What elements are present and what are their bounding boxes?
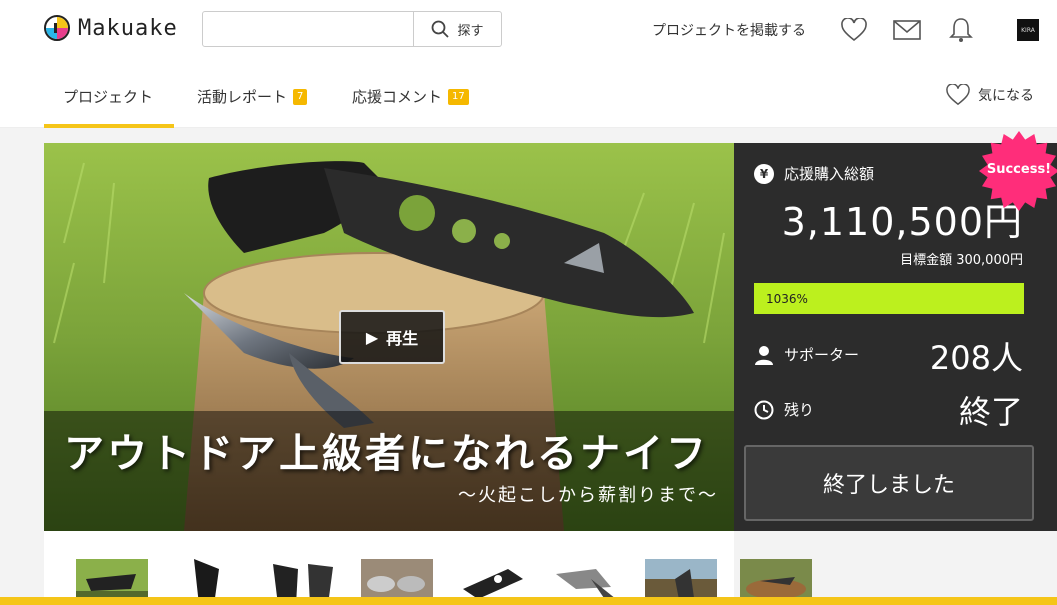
total-label-row: ¥ 応援購入総額 [754,163,874,184]
tab-label: 活動レポート [197,88,288,106]
favorite-button[interactable]: 気になる [946,84,1034,106]
remaining-label-row: 残り [754,399,814,420]
hero-title: アウトドア上級者になれるナイフ [64,430,709,477]
remaining-value: 終了 [958,393,1023,431]
search-button-label: 探す [457,23,484,39]
progress-bar: 1036% [754,283,1024,314]
success-badge: Success! [978,130,1057,212]
mail-icon[interactable] [893,16,921,44]
makuake-logo-icon [44,15,70,41]
bottom-accent-bar [0,597,1057,605]
supporters-value: 208人 [929,339,1023,377]
goal-amount: 目標金額 300,000円 [900,253,1023,268]
play-icon: ▶ [365,327,379,347]
ended-button[interactable]: 終了しました [744,445,1034,521]
total-label: 応援購入総額 [784,165,875,183]
user-avatar[interactable]: KIRA [1017,19,1039,41]
tab-label: プロジェクト [63,88,154,106]
site-header: Makuake 探す プロジェクトを掲載する KIRA [0,0,1057,60]
tab-project[interactable]: プロジェクト [63,86,153,107]
remaining-label: 残り [784,401,815,419]
tab-activity-report[interactable]: 活動レポート 7 [197,86,308,107]
count-badge: 7 [293,88,308,105]
success-text: Success! [986,162,1052,177]
yen-icon: ¥ [754,163,774,184]
clock-icon [754,400,774,419]
project-hero-video[interactable]: ▶ 再生 アウトドア上級者になれるナイフ 〜火起こしから薪割りまで〜 [44,143,734,531]
supporters-label: サポーター [784,346,860,364]
post-project-link[interactable]: プロジェクトを掲載する [652,20,806,40]
tab-comments[interactable]: 応援コメント 17 [352,86,469,107]
person-icon [755,345,773,365]
active-tab-indicator [44,124,174,128]
play-label: 再生 [386,329,419,348]
logo-text: Makuake [78,15,178,41]
search-icon [432,20,450,38]
logo[interactable]: Makuake [44,15,178,41]
bell-icon[interactable] [947,16,975,44]
project-tabs: プロジェクト 活動レポート 7 応援コメント 17 気になる [0,60,1057,128]
progress-text: 1036% [766,291,808,306]
favorite-label: 気になる [978,88,1034,104]
supporters-label-row: サポーター [754,344,859,365]
search-button[interactable]: 探す [413,12,501,46]
search-input[interactable] [203,12,413,46]
heart-icon [946,84,970,106]
play-button[interactable]: ▶ 再生 [339,310,445,364]
thumbnail-strip [44,531,734,605]
count-badge: 17 [448,88,469,105]
tab-label: 応援コメント [352,88,443,106]
search-box: 探す [202,11,502,47]
heart-icon[interactable] [840,16,868,44]
hero-subtitle: 〜火起こしから薪割りまで〜 [458,485,718,506]
